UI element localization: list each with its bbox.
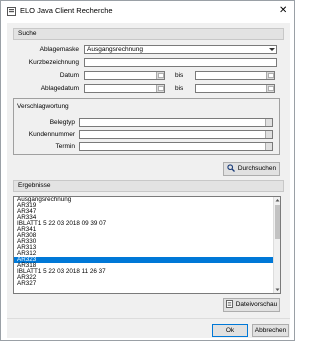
ablagedatum-to-input[interactable] (195, 84, 275, 93)
app-icon (7, 7, 16, 16)
search-section-header: Suche (13, 28, 284, 40)
datum-from-input[interactable] (84, 71, 165, 80)
ablagemaske-label: Ablagemaske (39, 46, 79, 53)
calendar-icon[interactable] (266, 85, 274, 92)
results-list[interactable]: Ausgangsrechnung AR319 AR347 AR334 IBLATT1 5… (13, 196, 281, 294)
kurzbezeichnung-input[interactable] (84, 58, 277, 67)
ablagemaske-value: Ausgangsrechnung (87, 46, 144, 53)
termin-input[interactable] (79, 142, 273, 151)
ablagedatum-bis-label: bis (175, 85, 184, 92)
datum-to-input[interactable] (195, 71, 275, 80)
search-icon (227, 164, 235, 173)
chevron-down-icon (269, 48, 275, 51)
preview-button-label: Dateivorschau (235, 301, 278, 308)
results-section-header: Ergebnisse (13, 180, 284, 192)
recherche-window: ELO Java Client Recherche ✕ Suche Ablage… (0, 0, 295, 341)
chevron-up-icon[interactable] (275, 198, 280, 203)
search-button-label: Durchsuchen (237, 165, 277, 172)
chevron-down-icon[interactable] (275, 287, 280, 292)
footer-divider (7, 318, 290, 319)
datum-bis-label: bis (175, 72, 184, 79)
field-scroll-button[interactable] (265, 143, 272, 150)
kundennummer-label: Kundennummer (28, 131, 75, 138)
calendar-icon[interactable] (156, 85, 164, 92)
field-scroll-button[interactable] (265, 131, 272, 138)
calendar-icon[interactable] (156, 72, 164, 79)
ok-button[interactable]: Ok (212, 324, 248, 337)
field-scroll-button[interactable] (265, 119, 272, 126)
kurzbezeichnung-label: Kurzbezeichnung (28, 59, 79, 66)
dialog-body: Suche Ablagemaske Ausgangsrechnung Kurzb… (7, 23, 290, 338)
results-scrollbar[interactable] (273, 197, 280, 293)
title-bar: ELO Java Client Recherche ✕ (1, 1, 294, 23)
search-button[interactable]: Durchsuchen (223, 162, 280, 176)
belegtyp-input[interactable] (79, 118, 273, 127)
preview-button[interactable]: Dateivorschau (223, 298, 280, 312)
document-preview-icon (225, 300, 233, 309)
calendar-icon[interactable] (266, 72, 274, 79)
close-icon[interactable]: ✕ (279, 6, 287, 16)
ablagemaske-select[interactable]: Ausgangsrechnung (84, 45, 277, 54)
results-items: Ausgangsrechnung AR319 AR347 AR334 IBLATT1 5… (14, 197, 280, 287)
datum-label: Datum (59, 72, 79, 79)
termin-label: Termin (55, 143, 75, 150)
list-item[interactable]: AR327 (14, 280, 280, 287)
verschlagwortung-title: Verschlagwortung (17, 103, 69, 110)
cancel-button[interactable]: Abbrechen (252, 324, 289, 337)
window-title: ELO Java Client Recherche (20, 6, 113, 15)
kundennummer-input[interactable] (79, 130, 273, 139)
ablagedatum-from-input[interactable] (84, 84, 165, 93)
ablagedatum-label: Ablagedatum (40, 85, 79, 92)
scrollbar-thumb[interactable] (275, 205, 280, 239)
belegtyp-label: Belegtyp (49, 119, 75, 126)
